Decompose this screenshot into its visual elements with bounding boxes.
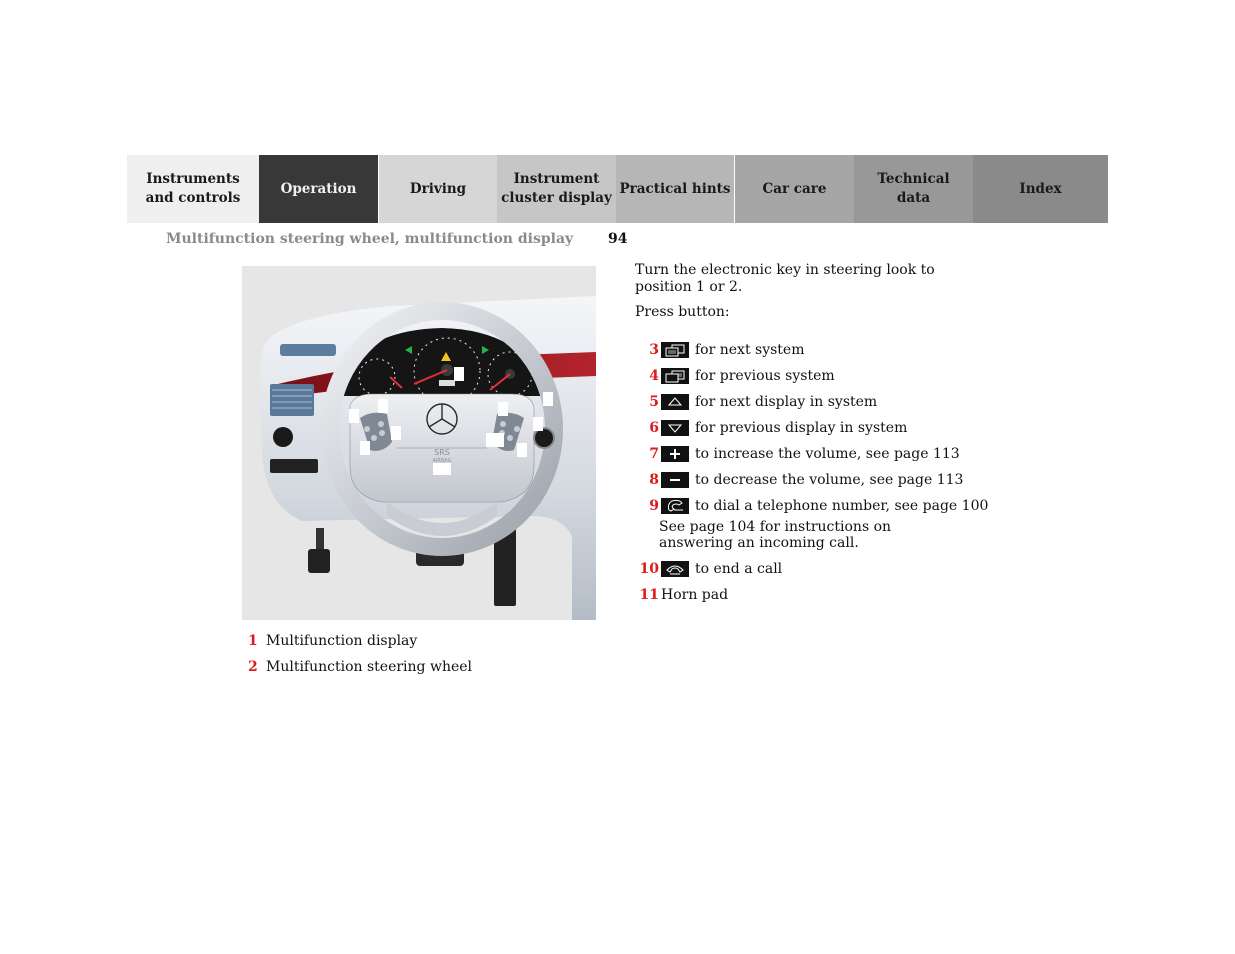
tab-driving[interactable]: Driving xyxy=(378,155,497,223)
tab-car-care[interactable]: Car care xyxy=(735,155,854,223)
minus-icon xyxy=(661,472,689,488)
item-number: 10 xyxy=(639,561,659,577)
press-button-label: Press button: xyxy=(635,304,730,320)
list-item: 6 for previous display in system xyxy=(635,415,988,441)
phone-hangup-icon xyxy=(661,561,689,577)
caption-text: Multifunction steering wheel xyxy=(266,659,473,675)
brake-pedal-arm xyxy=(316,528,324,552)
caption-item: 2 Multifunction steering wheel xyxy=(248,659,472,685)
tab-instrument-cluster-display[interactable]: Instrument cluster display xyxy=(497,155,616,223)
list-item: 4 for previous system xyxy=(635,363,988,389)
plus-icon xyxy=(661,446,689,462)
item-number: 4 xyxy=(649,368,659,384)
caption-number: 2 xyxy=(248,659,258,675)
figure-captions: 1 Multifunction display 2 Multifunction … xyxy=(248,633,472,685)
item-number: 11 xyxy=(639,587,659,603)
button-list: 3 for next system 4 for previous system … xyxy=(635,337,988,519)
list-item: 10 to end a call xyxy=(635,556,782,582)
tab-instruments-and-controls[interactable]: Instruments and controls xyxy=(127,155,259,223)
next-system-icon xyxy=(661,342,689,358)
item-text: to decrease the volume, see page 113 xyxy=(695,472,964,488)
item-text: for previous display in system xyxy=(695,420,908,436)
light-switch xyxy=(273,427,293,447)
clutch-pedal xyxy=(308,549,330,573)
section-title: Multifunction steering wheel, multifunct… xyxy=(166,231,574,247)
intro-paragraph: Turn the electronic key in steering look… xyxy=(635,262,935,295)
item-number: 8 xyxy=(649,472,659,488)
air-vent-top xyxy=(280,344,336,356)
list-item: 7 to increase the volume, see page 113 xyxy=(635,441,988,467)
list-item: 9 to dial a telephone number, see page 1… xyxy=(635,493,988,519)
incoming-call-note: See page 104 for instructions on answeri… xyxy=(659,519,892,551)
caption-text: Multifunction display xyxy=(266,633,418,649)
item-text: to end a call xyxy=(695,561,783,577)
previous-system-icon xyxy=(661,368,689,384)
item-text: Horn pad xyxy=(661,587,729,603)
button-list-continued: 10 to end a call 11 Horn pad xyxy=(635,556,782,608)
down-arrow-icon xyxy=(661,420,689,436)
tab-index[interactable]: Index xyxy=(973,155,1108,223)
up-arrow-icon xyxy=(661,394,689,410)
instructions-intro: Turn the electronic key in steering look… xyxy=(635,262,975,329)
item-text: to dial a telephone number, see page 100 xyxy=(695,498,989,514)
item-number: 7 xyxy=(649,446,659,462)
steering-wheel-drawing: SRS AIRBAG xyxy=(260,296,596,620)
multifunction-display xyxy=(439,380,455,386)
item-text: for next system xyxy=(695,342,805,358)
phone-dial-icon xyxy=(661,498,689,514)
hazard-switch xyxy=(270,459,318,473)
list-item: 3 for next system xyxy=(635,337,988,363)
caption-item: 1 Multifunction display xyxy=(248,633,472,659)
caption-number: 1 xyxy=(248,633,258,649)
tab-practical-hints[interactable]: Practical hints xyxy=(616,155,735,223)
item-text: for previous system xyxy=(695,368,835,384)
airbag-label-srs: SRS xyxy=(434,448,450,457)
list-item: 8 to decrease the volume, see page 113 xyxy=(635,467,988,493)
item-number: 5 xyxy=(649,394,659,410)
dashboard-illustration: SRS AIRBAG xyxy=(242,266,596,620)
list-item: 11 Horn pad xyxy=(635,582,782,608)
tab-operation[interactable]: Operation xyxy=(259,155,378,223)
chapter-tab-bar: Instruments and controls Operation Drivi… xyxy=(127,155,1108,223)
air-vent-side xyxy=(270,384,314,416)
item-text: to increase the volume, see page 113 xyxy=(695,446,960,462)
item-text: for next display in system xyxy=(695,394,878,410)
item-number: 9 xyxy=(649,498,659,514)
list-item: 5 for next display in system xyxy=(635,389,988,415)
item-number: 3 xyxy=(649,342,659,358)
page-number: 94 xyxy=(608,231,628,247)
tab-technical-data[interactable]: Technical data xyxy=(854,155,973,223)
item-number: 6 xyxy=(649,420,659,436)
